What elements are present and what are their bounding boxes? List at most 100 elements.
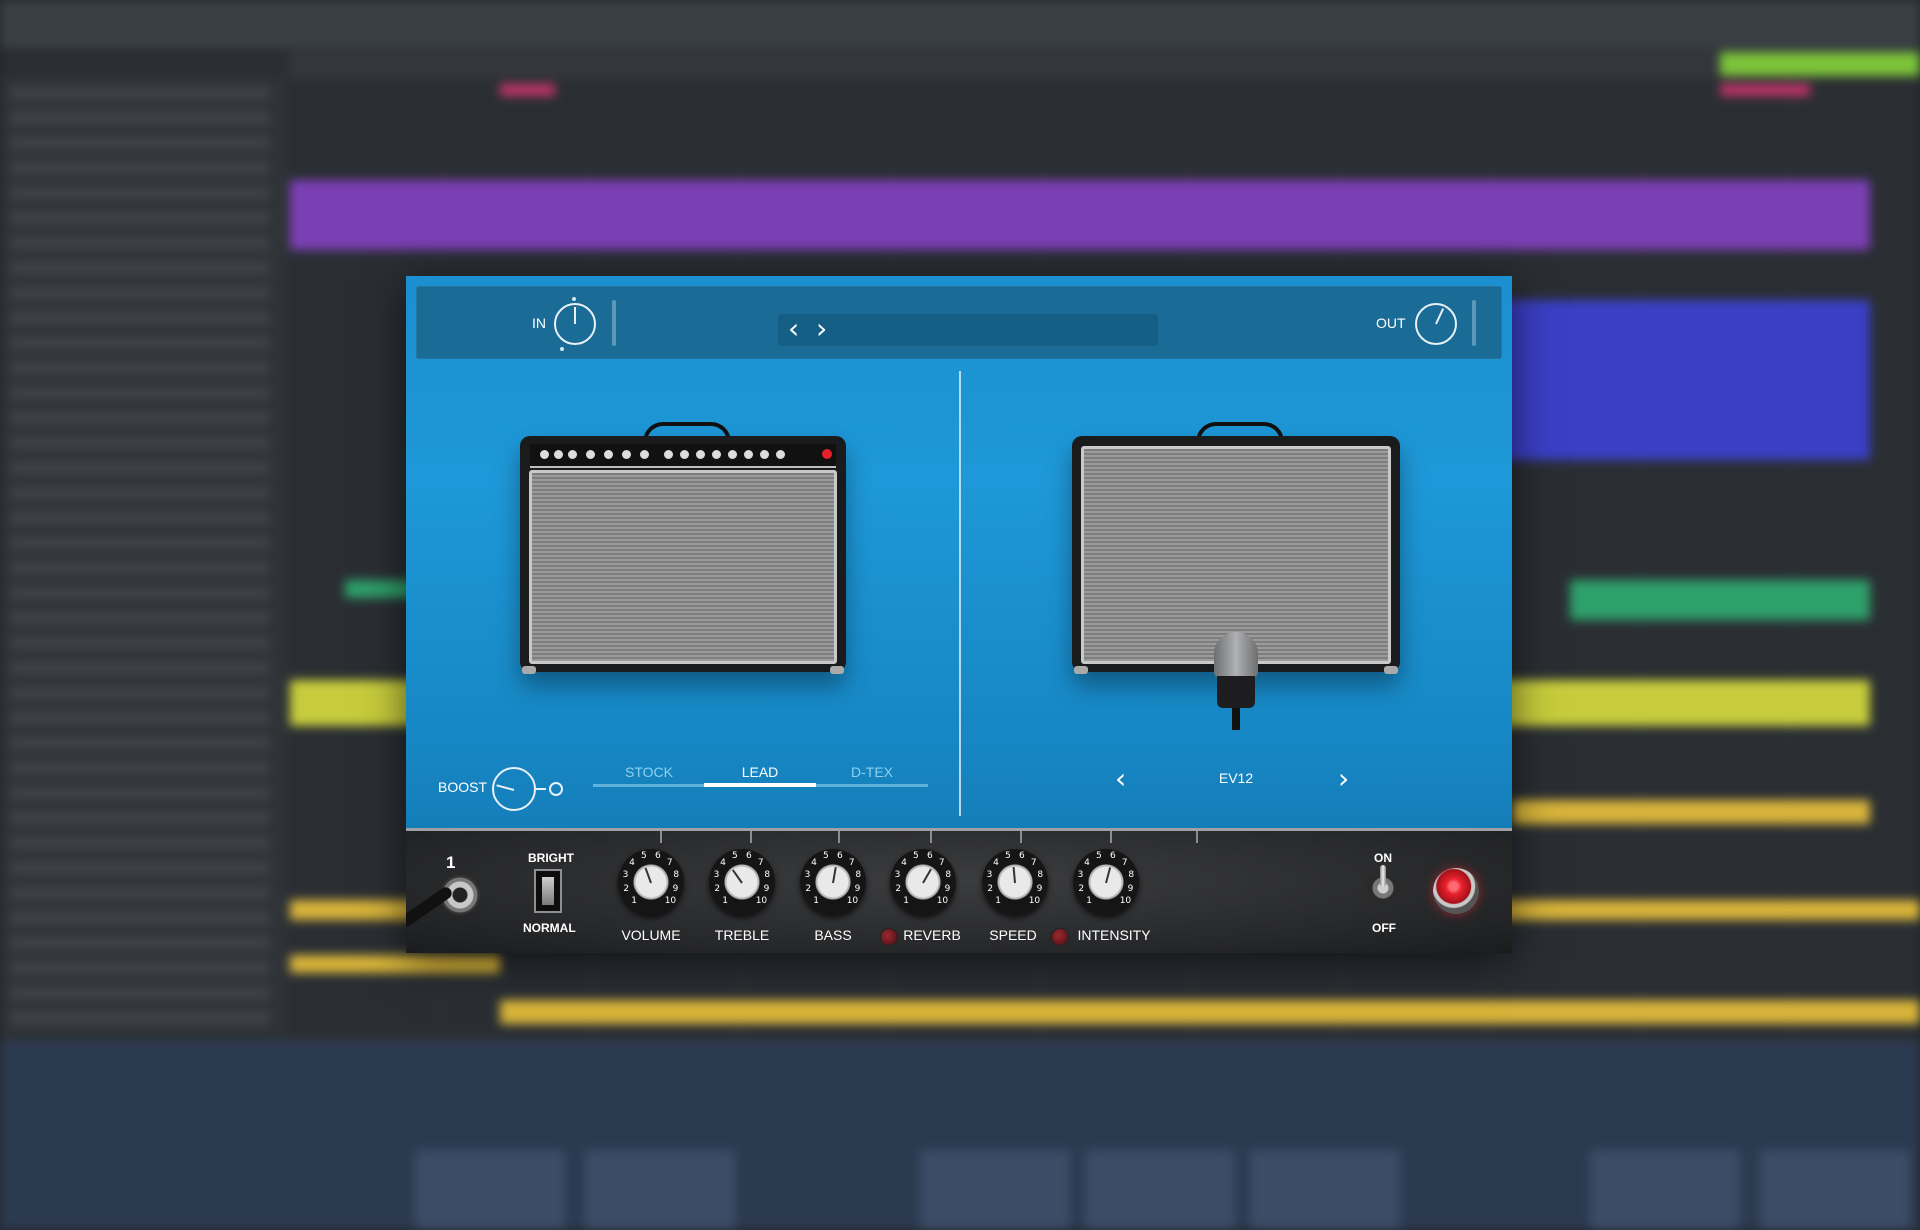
knob-scale-number: 8 (1037, 870, 1044, 881)
knob-scale-number: 3 (622, 870, 629, 881)
normal-label: NORMAL (523, 921, 576, 935)
amp-combo[interactable] (520, 422, 846, 676)
knob-scale-number: 8 (764, 870, 771, 881)
knob-scale-number: 8 (855, 870, 862, 881)
knob-scale-number: 5 (1096, 850, 1102, 861)
knob-scale-number: 4 (720, 858, 726, 869)
knob-scale-number: 4 (811, 858, 817, 869)
output-gain-knob[interactable] (1415, 303, 1457, 345)
knob-scale-number: 6 (836, 850, 843, 861)
boost-switch[interactable] (534, 788, 546, 790)
knob-scale-number: 3 (894, 870, 901, 881)
knob-scale-number: 7 (666, 858, 673, 869)
input-label: IN (532, 315, 546, 331)
intensity-knob[interactable]: 1 2 3 4 5 6 7 8 9 10 (1073, 849, 1139, 915)
knob-scale-number: 10 (1119, 895, 1132, 906)
knob-scale-number: 3 (986, 870, 993, 881)
mic-name: EV12 (1218, 770, 1254, 786)
pilot-light (1433, 868, 1479, 914)
knob-scale-number: 9 (944, 884, 951, 895)
knob-scale-number: 2 (623, 884, 630, 895)
plugin-header-bar: IN ‹ › OUT (416, 286, 1502, 359)
amp-speaker-grille (529, 470, 837, 664)
output-level-meter (1472, 300, 1476, 346)
volume-knob[interactable]: 1 2 3 4 5 6 7 8 9 10 (618, 849, 684, 915)
knob-scale-number: 3 (713, 870, 720, 881)
knob-scale-number: 5 (913, 850, 919, 861)
boost-knob[interactable] (492, 767, 536, 811)
knob-scale-number: 6 (1018, 850, 1025, 861)
tab-stock[interactable]: STOCK (594, 764, 704, 780)
knob-scale-number: 2 (895, 884, 902, 895)
chevron-right-icon[interactable]: › (816, 315, 827, 343)
knob-scale-number: 10 (846, 895, 859, 906)
daw-timeline-ruler (290, 50, 1920, 77)
reverb-knob[interactable]: 1 2 3 4 5 6 7 8 9 10 (890, 849, 956, 915)
knob-scale-number: 1 (722, 895, 729, 906)
bass-knob[interactable]: 1 2 3 4 5 6 7 8 9 10 (800, 849, 866, 915)
tab-lead[interactable]: LEAD (705, 764, 815, 780)
knob-scale-number: 2 (987, 884, 994, 895)
chevron-left-icon[interactable]: ‹ (788, 315, 799, 343)
knob-scale-number: 9 (672, 884, 679, 895)
knob-scale-number: 6 (745, 850, 752, 861)
mic-next-chevron-right-icon[interactable]: › (1338, 765, 1349, 793)
knob-scale-number: 9 (1036, 884, 1043, 895)
boost-switch-knob[interactable] (549, 782, 563, 796)
knob-scale-number: 9 (854, 884, 861, 895)
knob-scale-number: 4 (629, 858, 635, 869)
knob-scale-number: 8 (1128, 870, 1135, 881)
tone-tab-indicator (704, 783, 816, 787)
input-level-meter (612, 300, 616, 346)
knob-scale-number: 6 (654, 850, 661, 861)
knob-scale-number: 1 (995, 895, 1002, 906)
power-off-label: OFF (1372, 921, 1396, 935)
preset-browser[interactable]: ‹ › (778, 314, 1158, 346)
power-toggle-switch[interactable] (1366, 865, 1400, 905)
knob-scale-number: 9 (1127, 884, 1134, 895)
daw-track-list (0, 76, 288, 1036)
knob-scale-number: 2 (714, 884, 721, 895)
knob-scale-number: 5 (641, 850, 647, 861)
knob-scale-number: 6 (1109, 850, 1116, 861)
knob-scale-number: 3 (804, 870, 811, 881)
intensity-label: INTENSITY (1077, 927, 1151, 943)
knob-scale-number: 7 (938, 858, 945, 869)
knob-scale-number: 2 (1078, 884, 1085, 895)
microphone[interactable] (1214, 632, 1258, 732)
knob-scale-number: 9 (763, 884, 770, 895)
amp-control-strip: 1 BRIGHT NORMAL 1 2 3 4 5 6 7 8 9 10 VOLUME 12345… (406, 828, 1512, 953)
knob-scale-number: 7 (848, 858, 855, 869)
knob-scale-number: 5 (1005, 850, 1011, 861)
amp-control-panel (530, 444, 836, 468)
speed-label: SPEED (989, 927, 1037, 943)
knob-scale-number: 5 (823, 850, 829, 861)
knob-scale-number: 7 (1030, 858, 1037, 869)
channel-number: 1 (446, 853, 456, 872)
tab-d-tex[interactable]: D-TEX (817, 764, 927, 780)
section-divider (959, 371, 961, 816)
knob-scale-number: 4 (1084, 858, 1090, 869)
knob-scale-number: 10 (664, 895, 677, 906)
bright-normal-switch[interactable] (534, 869, 562, 913)
knob-scale-number: 10 (1028, 895, 1041, 906)
mic-prev-chevron-left-icon[interactable]: ‹ (1115, 765, 1126, 793)
knob-scale-number: 1 (813, 895, 820, 906)
power-on-label: ON (1374, 851, 1392, 865)
knob-scale-number: 4 (901, 858, 907, 869)
knob-scale-number: 8 (673, 870, 680, 881)
knob-scale-number: 5 (732, 850, 738, 861)
knob-scale-number: 1 (903, 895, 910, 906)
bright-label: BRIGHT (528, 851, 574, 865)
input-gain-knob[interactable] (554, 297, 596, 351)
knob-scale-number: 2 (805, 884, 812, 895)
amp-plugin-window: IN ‹ › OUT BOOST STOCK LEAD D-TEX ‹ EV12… (406, 276, 1512, 953)
knob-scale-number: 10 (936, 895, 949, 906)
knob-scale-number: 7 (1121, 858, 1128, 869)
treble-knob[interactable]: 1 2 3 4 5 6 7 8 9 10 (709, 849, 775, 915)
knob-scale-number: 1 (1086, 895, 1093, 906)
treble-label: TREBLE (714, 927, 770, 943)
knob-scale-number: 6 (926, 850, 933, 861)
knob-scale-number: 7 (757, 858, 764, 869)
speed-knob[interactable]: 1 2 3 4 5 6 7 8 9 10 (982, 849, 1048, 915)
